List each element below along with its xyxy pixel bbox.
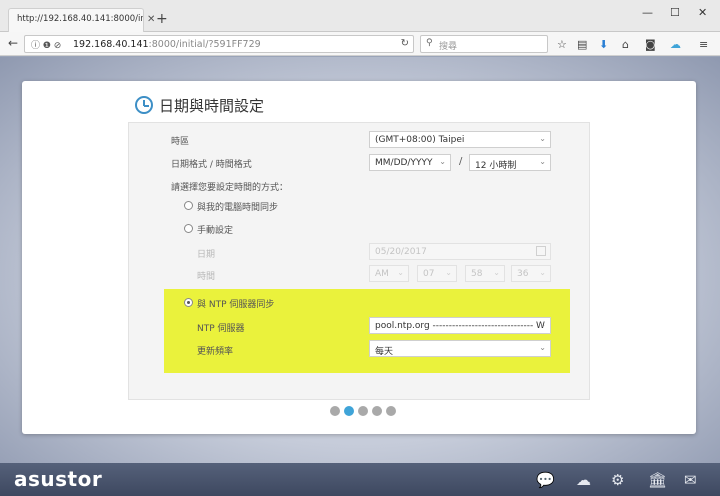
minute-select[interactable]: 58 ⌄ xyxy=(465,265,505,282)
network-icon[interactable]: ⚙ xyxy=(611,471,624,489)
wizard-card: 日期與時間設定 時區 (GMT+08:00) Taipei ⌄ 日期格式 / 時… xyxy=(22,81,696,434)
url-path: :8000/initial/?591FF729 xyxy=(148,39,261,50)
time-format-value: 12 小時制 xyxy=(475,161,517,171)
date-format-value: MM/DD/YYYY xyxy=(375,158,433,168)
timezone-select[interactable]: (GMT+08:00) Taipei ⌄ xyxy=(369,131,551,148)
update-freq-select[interactable]: 每天 ⌄ xyxy=(369,340,551,357)
date-format-select[interactable]: MM/DD/YYYY ⌄ xyxy=(369,154,451,171)
back-arrow-icon[interactable]: ← xyxy=(8,36,18,50)
option-ntp-label: 與 NTP 伺服器同步 xyxy=(197,300,275,310)
second-select[interactable]: 36 ⌄ xyxy=(511,265,551,282)
hour-value: 07 xyxy=(423,269,435,279)
time-label: 時間 xyxy=(197,272,216,282)
search-icon: ⚲ xyxy=(426,38,433,48)
footer-bar: asustor 💬 ☁ ⚙ 🏛 ✉ xyxy=(0,463,720,496)
ampm-value: AM xyxy=(375,269,389,279)
mail-icon[interactable]: ✉ xyxy=(684,471,697,489)
step-dot[interactable] xyxy=(386,406,396,416)
bank-icon[interactable]: 🏛 xyxy=(648,471,667,489)
minimize-button[interactable]: — xyxy=(642,6,653,19)
date-input[interactable]: 05/20/2017 xyxy=(369,243,551,260)
ampm-select[interactable]: AM ⌄ xyxy=(369,265,409,282)
timezone-value: (GMT+08:00) Taipei xyxy=(375,135,465,145)
maximize-button[interactable]: ☐ xyxy=(670,6,680,19)
search-placeholder: 搜尋 xyxy=(439,42,458,52)
chevron-down-icon: ⌄ xyxy=(445,268,452,277)
step-dot[interactable] xyxy=(344,406,354,416)
menu-icon[interactable]: ≡ xyxy=(699,38,708,51)
chevron-down-icon: ⌄ xyxy=(539,268,546,277)
sync-cloud-icon[interactable]: ☁ xyxy=(670,38,681,51)
page-background: 日期與時間設定 時區 (GMT+08:00) Taipei ⌄ 日期格式 / 時… xyxy=(0,57,720,496)
reload-icon[interactable]: ↻ xyxy=(401,38,409,49)
radio-pc-sync[interactable] xyxy=(184,201,193,210)
site-info-icon[interactable]: ⓘ ❶ ⊘ xyxy=(31,38,61,51)
new-tab-button[interactable]: + xyxy=(156,11,168,27)
tab-title: http://192.168.40.141:8000/ini xyxy=(17,14,144,24)
chevron-down-icon: ⌄ xyxy=(439,157,446,166)
clock-icon xyxy=(135,96,153,114)
ntp-server-label: NTP 伺服器 xyxy=(197,324,245,334)
browser-tab-bar: http://192.168.40.141:8000/ini ✕ + — ☐ ✕ xyxy=(0,0,720,32)
browser-tab[interactable]: http://192.168.40.141:8000/ini xyxy=(8,8,144,32)
chevron-down-icon: ⌄ xyxy=(539,343,546,352)
close-window-button[interactable]: ✕ xyxy=(698,6,707,19)
url-bar[interactable]: ⓘ ❶ ⊘ 192.168.40.141:8000/initial/?591FF… xyxy=(24,35,414,53)
url-text: 192.168.40.141:8000/initial/?591FF729 xyxy=(73,39,261,50)
step-dot[interactable] xyxy=(330,406,340,416)
bookmark-star-icon[interactable]: ☆ xyxy=(557,38,567,51)
date-label: 日期 xyxy=(197,250,216,260)
chevron-down-icon: ⌄ xyxy=(493,268,500,277)
format-label: 日期格式 / 時間格式 xyxy=(171,160,252,170)
method-prompt: 請選擇您要設定時間的方式： xyxy=(171,183,289,193)
tab-close-icon[interactable]: ✕ xyxy=(147,14,155,25)
option-manual-label: 手動設定 xyxy=(197,226,234,236)
radio-manual[interactable] xyxy=(184,224,193,233)
step-dot[interactable] xyxy=(358,406,368,416)
ntp-server-select[interactable]: pool.ntp.org ---------------------------… xyxy=(369,317,551,334)
chat-icon[interactable]: 💬 xyxy=(536,471,555,489)
date-value: 05/20/2017 xyxy=(375,247,427,257)
asustor-logo: asustor xyxy=(14,467,103,491)
pocket-icon[interactable]: ◙ xyxy=(645,38,656,51)
update-freq-label: 更新頻率 xyxy=(197,347,234,357)
page-title: 日期與時間設定 xyxy=(159,97,265,115)
option-pc-sync-label: 與我的電腦時間同步 xyxy=(197,203,279,213)
browser-nav-bar: ← ⓘ ❶ ⊘ 192.168.40.141:8000/initial/?591… xyxy=(0,32,720,56)
calendar-icon xyxy=(536,246,546,256)
ntp-server-value: pool.ntp.org ---------------------------… xyxy=(375,321,545,331)
reading-list-icon[interactable]: ▤ xyxy=(577,38,587,51)
second-value: 36 xyxy=(517,269,529,279)
chevron-down-icon: ⌄ xyxy=(539,134,546,143)
format-separator: / xyxy=(459,156,463,167)
search-bar[interactable]: ⚲ 搜尋 xyxy=(420,35,548,53)
url-host: 192.168.40.141 xyxy=(73,39,149,50)
time-format-select[interactable]: 12 小時制 ⌄ xyxy=(469,154,551,171)
step-dot[interactable] xyxy=(372,406,382,416)
chevron-down-icon: ⌄ xyxy=(397,268,404,277)
cloud-download-icon[interactable]: ☁ xyxy=(576,471,591,489)
chevron-down-icon: ⌄ xyxy=(539,157,546,166)
hour-select[interactable]: 07 ⌄ xyxy=(417,265,457,282)
home-icon[interactable]: ⌂ xyxy=(622,38,629,51)
download-icon[interactable]: ⬇ xyxy=(599,38,608,51)
timezone-label: 時區 xyxy=(171,137,190,147)
radio-ntp[interactable] xyxy=(184,298,193,307)
minute-value: 58 xyxy=(471,269,483,279)
update-freq-value: 每天 xyxy=(375,347,394,357)
chevron-down-icon: ⌄ xyxy=(539,320,546,329)
settings-panel: 時區 (GMT+08:00) Taipei ⌄ 日期格式 / 時間格式 MM/D… xyxy=(128,122,590,400)
